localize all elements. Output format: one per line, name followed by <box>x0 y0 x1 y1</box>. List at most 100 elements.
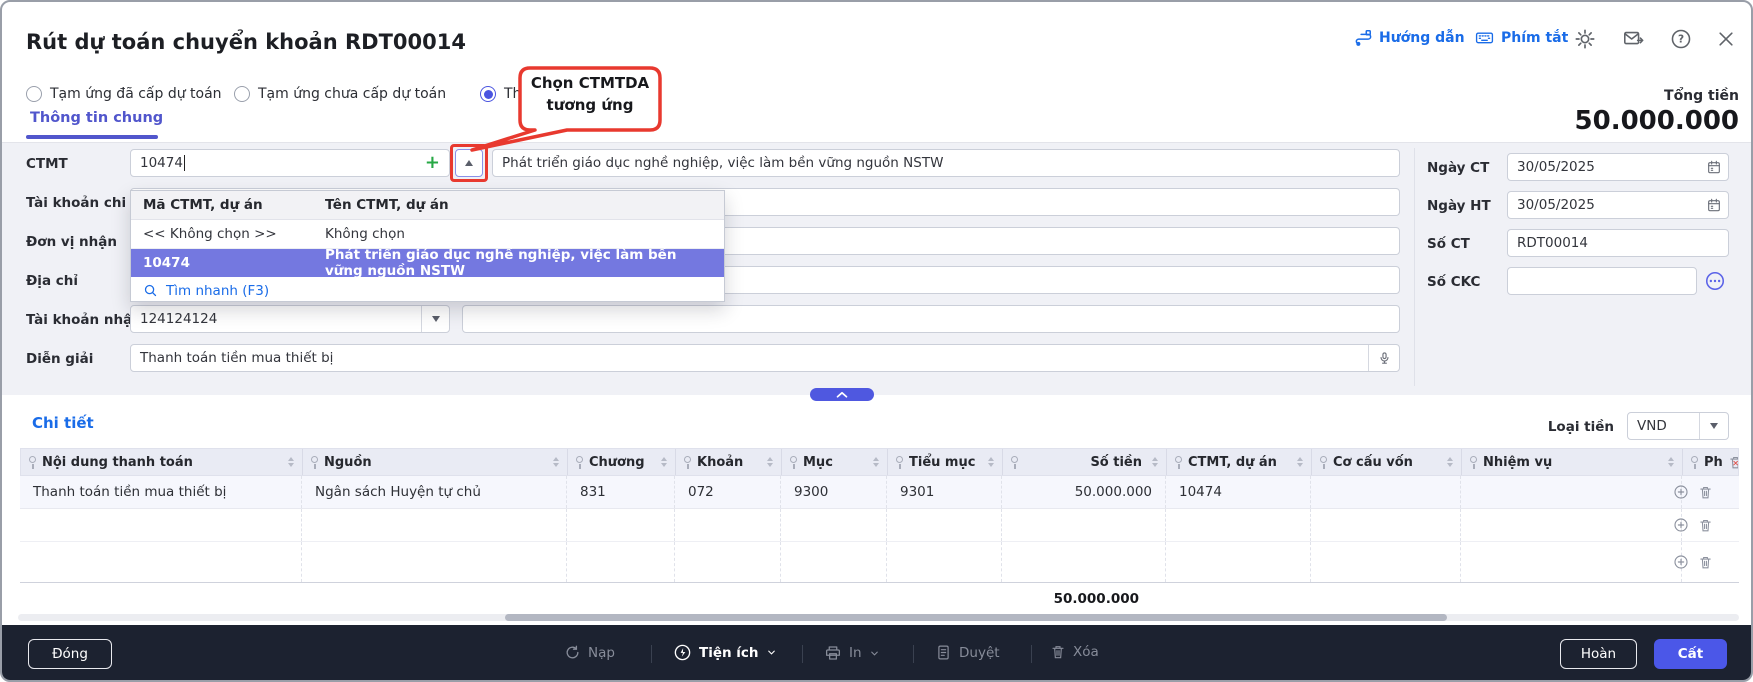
ellipsis-circle-icon <box>1704 270 1726 292</box>
save-button[interactable]: Cất <box>1654 639 1727 669</box>
pin-icon[interactable] <box>1691 455 1699 469</box>
col-so-tien[interactable]: Số tiền <box>1003 449 1167 475</box>
guide-link[interactable]: Hướng dẫn <box>1354 28 1465 47</box>
col-khoan[interactable]: Khoản <box>676 449 782 475</box>
sort-icon[interactable] <box>988 454 994 470</box>
sort-icon[interactable] <box>661 454 667 470</box>
col-nguon[interactable]: Nguồn <box>303 449 568 475</box>
ngay-ht-input[interactable]: 30/05/2025 <box>1507 191 1729 219</box>
sort-icon[interactable] <box>767 454 773 470</box>
delete-row-icon[interactable] <box>1698 555 1713 570</box>
horizontal-scrollbar-track[interactable] <box>18 614 1739 621</box>
calendar-icon[interactable] <box>1706 159 1722 175</box>
dropdown-quick-search[interactable]: Tìm nhanh (F3) <box>131 277 724 304</box>
col-tieu-muc[interactable]: Tiểu mục <box>888 449 1003 475</box>
reload-button[interactable]: Nạp <box>564 644 615 661</box>
col-chuong[interactable]: Chương <box>568 449 676 475</box>
table-row[interactable]: Thanh toán tiền mua thiết bị Ngân sách H… <box>20 476 1739 509</box>
so-ct-input[interactable]: RDT00014 <box>1507 229 1729 257</box>
so-ckc-more-button[interactable] <box>1704 270 1726 292</box>
close-button[interactable]: Đóng <box>28 639 112 669</box>
add-row-icon[interactable] <box>1673 484 1689 500</box>
add-row-icon[interactable] <box>1673 517 1689 533</box>
shortcuts-link[interactable]: Phím tắt <box>1474 28 1568 47</box>
pin-icon[interactable] <box>1320 455 1328 469</box>
col-ph-truncated[interactable]: Ph ✕ <box>1683 449 1738 475</box>
don-vi-nhan-label: Đơn vị nhận <box>26 234 117 250</box>
chevron-up-icon <box>836 391 848 398</box>
so-ct-label: Số CT <box>1427 236 1470 252</box>
so-ckc-input[interactable] <box>1507 267 1697 295</box>
pin-icon[interactable] <box>896 455 904 469</box>
collapse-button[interactable] <box>810 388 874 401</box>
sort-icon[interactable] <box>288 454 294 470</box>
currency-value: VND <box>1637 418 1667 434</box>
pin-icon[interactable] <box>1175 455 1183 469</box>
mic-button[interactable] <box>1368 345 1399 371</box>
table-row[interactable] <box>20 509 1739 542</box>
dropdown-cell-code: 10474 <box>143 255 190 271</box>
add-ctmt-icon[interactable]: + <box>425 154 440 172</box>
col-nhiem-vu[interactable]: Nhiệm vụ <box>1462 449 1683 475</box>
col-ctmt-du-an[interactable]: CTMT, dự án <box>1167 449 1312 475</box>
radio-tam-ung-chua-cap[interactable]: Tạm ứng chưa cấp dự toán <box>234 86 446 102</box>
pin-icon[interactable] <box>29 455 37 469</box>
pin-icon[interactable] <box>576 455 584 469</box>
add-row-icon[interactable] <box>1673 554 1689 570</box>
keyboard-icon <box>1474 28 1495 47</box>
currency-toggle[interactable] <box>1699 413 1728 439</box>
help-icon[interactable]: ? <box>1670 28 1692 50</box>
dropdown-row-none[interactable]: << Không chọn >> Không chọn <box>131 220 724 249</box>
sort-icon[interactable] <box>553 454 559 470</box>
ngay-ct-input[interactable]: 30/05/2025 <box>1507 153 1729 181</box>
pin-icon[interactable] <box>1011 455 1019 469</box>
sort-icon[interactable] <box>1152 454 1158 470</box>
approve-button[interactable]: Duyệt <box>935 644 1000 661</box>
chevron-down-icon <box>869 648 880 659</box>
currency-label: Loại tiền <box>1547 419 1614 435</box>
settings-icon[interactable] <box>1574 28 1596 50</box>
delete-button[interactable]: Xóa <box>1050 644 1099 660</box>
pin-icon[interactable] <box>1470 455 1478 469</box>
sort-icon[interactable] <box>1447 454 1453 470</box>
mail-send-icon[interactable] <box>1622 28 1645 50</box>
utilities-button[interactable]: Tiện ích <box>673 643 777 662</box>
dropdown-cell-code: << Không chọn >> <box>143 226 277 242</box>
tai-khoan-nhan-toggle[interactable] <box>421 306 449 332</box>
delete-all-rows-icon[interactable]: ✕ <box>1728 455 1738 470</box>
dropdown-col-code: Mã CTMT, dự án <box>143 197 263 213</box>
dien-giai-input[interactable]: Thanh toán tiền mua thiết bị <box>130 344 1400 372</box>
print-button[interactable]: In <box>824 644 880 662</box>
sort-icon[interactable] <box>1668 454 1674 470</box>
undo-button[interactable]: Hoàn <box>1560 639 1637 669</box>
ctmt-code-input[interactable]: 10474 + <box>130 149 450 177</box>
delete-row-icon[interactable] <box>1698 518 1713 533</box>
sort-icon[interactable] <box>1297 454 1303 470</box>
col-muc[interactable]: Mục <box>782 449 888 475</box>
delete-row-icon[interactable] <box>1698 485 1713 500</box>
dien-giai-label: Diễn giải <box>26 351 94 367</box>
close-icon[interactable] <box>1716 29 1736 49</box>
col-co-cau-von[interactable]: Cơ cấu vốn <box>1312 449 1462 475</box>
calendar-icon[interactable] <box>1706 197 1722 213</box>
sort-icon[interactable] <box>873 454 879 470</box>
tai-khoan-nhan-name-input[interactable] <box>462 305 1400 333</box>
ngay-ct-label: Ngày CT <box>1427 160 1490 176</box>
tab-thong-tin-chung[interactable]: Thông tin chung <box>30 110 163 126</box>
currency-select[interactable]: VND <box>1627 412 1729 440</box>
radio-tam-ung-da-cap[interactable]: Tạm ứng đã cấp dự toán <box>26 86 222 102</box>
table-row[interactable] <box>20 542 1739 583</box>
cell-co-cau-von <box>1311 476 1461 508</box>
trash-icon <box>1050 644 1066 660</box>
col-noi-dung[interactable]: Nội dung thanh toán <box>21 449 303 475</box>
pin-icon[interactable] <box>684 455 692 469</box>
pin-icon[interactable] <box>790 455 798 469</box>
triangle-down-icon <box>431 316 440 322</box>
tai-khoan-nhan-input[interactable]: 124124124 <box>130 305 450 333</box>
tab-active-underline <box>26 135 158 139</box>
total-amount-value: 50.000.000 <box>1574 106 1739 136</box>
dropdown-row-selected[interactable]: 10474 Phát triển giáo dục nghề nghiệp, v… <box>131 247 724 279</box>
chevron-down-icon <box>766 647 777 658</box>
horizontal-scrollbar-thumb[interactable] <box>505 614 1447 621</box>
pin-icon[interactable] <box>311 455 319 469</box>
